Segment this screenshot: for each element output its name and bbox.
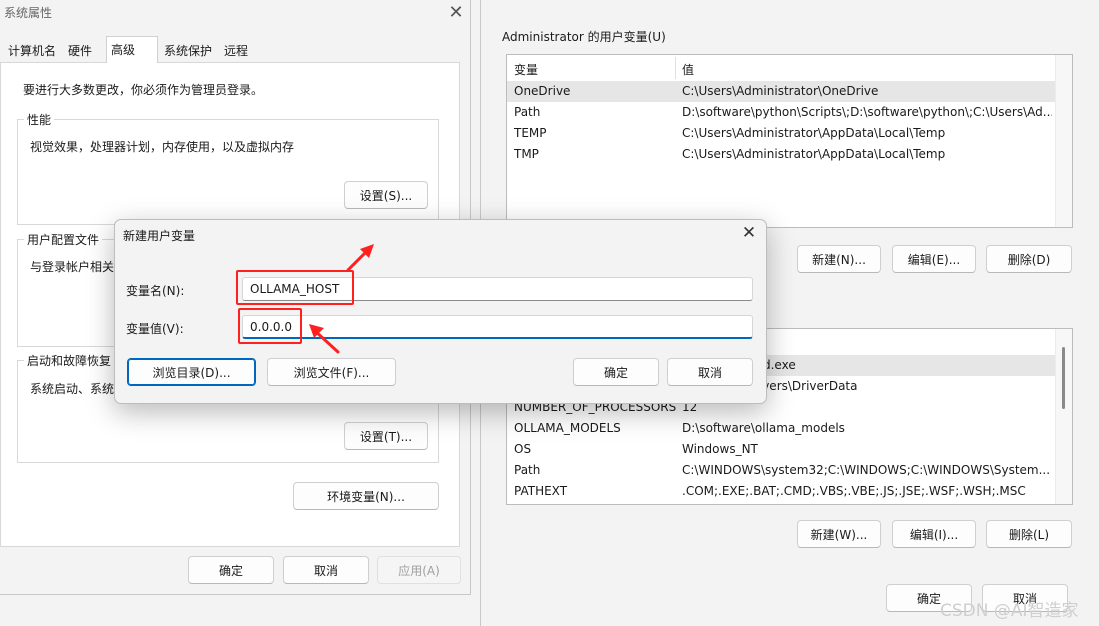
browse-directory-button[interactable]: 浏览目录(D)...: [127, 358, 256, 386]
user-var-row[interactable]: TEMP C:\Users\Administrator\AppData\Loca…: [507, 123, 1056, 144]
user-profiles-desc: 与登录帐户相关: [30, 260, 115, 274]
sys-cancel-button[interactable]: 取消: [283, 556, 369, 584]
highlight-box-var-value: [238, 308, 302, 344]
var-name: Path: [514, 463, 541, 477]
dialog-cancel-button[interactable]: 取消: [667, 358, 753, 386]
user-var-row[interactable]: TMP C:\Users\Administrator\AppData\Local…: [507, 144, 1056, 165]
user-delete-button[interactable]: 删除(D): [986, 245, 1072, 273]
var-name: TMP: [514, 147, 539, 161]
arrow-icon: [346, 244, 374, 272]
env-vars-button[interactable]: 环境变量(N)...: [293, 482, 439, 510]
var-value: .COM;.EXE;.BAT;.CMD;.VBS;.VBE;.JS;.JSE;.…: [682, 484, 1026, 498]
col-name-header[interactable]: 变量: [514, 61, 538, 78]
performance-desc: 视觉效果，处理器计划，内存使用，以及虚拟内存: [30, 140, 295, 154]
sys-apply-button[interactable]: 应用(A): [377, 556, 461, 584]
var-name: OneDrive: [514, 84, 571, 98]
var-value: D:\software\ollama_models: [682, 421, 845, 435]
startup-settings-button[interactable]: 设置(T)...: [344, 422, 428, 450]
dialog-title: 新建用户变量: [123, 229, 196, 243]
tab-computer-name[interactable]: 计算机名: [4, 40, 60, 62]
user-vars-section-label: Administrator 的用户变量(U): [502, 30, 666, 44]
col-value-header[interactable]: 值: [682, 61, 694, 78]
browse-file-button[interactable]: 浏览文件(F)...: [267, 358, 396, 386]
user-profiles-title: 用户配置文件: [24, 231, 103, 248]
user-new-button[interactable]: 新建(N)...: [797, 245, 881, 273]
var-value: C:\Users\Administrator\AppData\Local\Tem…: [682, 147, 946, 161]
dialog-ok-button[interactable]: 确定: [573, 358, 659, 386]
close-icon[interactable]: ✕: [446, 2, 466, 23]
system-var-row[interactable]: OS Windows_NT: [507, 439, 1056, 460]
arrow-icon: [309, 324, 340, 354]
tab-advanced[interactable]: 高级: [106, 36, 158, 63]
system-edit-button[interactable]: 编辑(I)...: [892, 520, 976, 548]
var-value: C:\Users\Administrator\OneDrive: [682, 84, 879, 98]
var-value: C:\WINDOWS\system32;C:\WINDOWS;C:\WINDOW…: [682, 463, 1051, 477]
tab-hardware[interactable]: 硬件: [64, 40, 96, 62]
var-name: Path: [514, 105, 541, 119]
performance-settings-button[interactable]: 设置(S)...: [344, 181, 428, 209]
user-var-row[interactable]: Path D:\software\python\Scripts\;D:\soft…: [507, 102, 1056, 123]
user-vars-list[interactable]: 变量 值 OneDrive C:\Users\Administrator\One…: [506, 54, 1073, 228]
tab-system-protection[interactable]: 系统保护: [160, 40, 216, 62]
var-value: Windows_NT: [682, 442, 758, 456]
system-var-row[interactable]: Path C:\WINDOWS\system32;C:\WINDOWS;C:\W…: [507, 460, 1056, 481]
sys-ok-button[interactable]: 确定: [188, 556, 274, 584]
system-delete-button[interactable]: 删除(L): [986, 520, 1072, 548]
performance-title: 性能: [24, 111, 55, 128]
system-var-row[interactable]: PATHEXT .COM;.EXE;.BAT;.CMD;.VBS;.VBE;.J…: [507, 481, 1056, 502]
user-edit-button[interactable]: 编辑(E)...: [892, 245, 976, 273]
startup-recovery-desc: 系统启动、系统: [30, 382, 115, 396]
tab-remote[interactable]: 远程: [220, 40, 252, 62]
user-var-row[interactable]: OneDrive C:\Users\Administrator\OneDrive: [507, 81, 1056, 102]
user-vars-header: 变量 值: [507, 55, 1056, 82]
var-name: PATHEXT: [514, 484, 568, 498]
var-name-label: 变量名(N):: [126, 284, 185, 298]
close-icon[interactable]: ✕: [739, 223, 759, 243]
scrollbar-thumb[interactable]: [1062, 347, 1065, 409]
var-name: OLLAMA_MODELS: [514, 421, 621, 435]
new-user-variable-dialog: 新建用户变量 ✕ 变量名(N): OLLAMA_HOST 变量值(V): 0.0…: [114, 219, 767, 404]
system-new-button[interactable]: 新建(W)...: [797, 520, 881, 548]
user-vars-scrollbar[interactable]: [1055, 55, 1072, 227]
var-name: OS: [514, 442, 532, 456]
watermark: CSDN @AI智造家: [940, 601, 1079, 621]
var-name: TEMP: [514, 126, 547, 140]
admin-notice: 要进行大多数更改，你必须作为管理员登录。: [23, 83, 264, 97]
performance-group: 性能 视觉效果，处理器计划，内存使用，以及虚拟内存 设置(S)...: [17, 111, 439, 225]
highlight-box-var-name: [236, 270, 354, 305]
window-title: 系统属性: [4, 6, 53, 20]
var-value: D:\software\python\Scripts\;D:\software\…: [682, 105, 1052, 119]
system-var-row[interactable]: OLLAMA_MODELS D:\software\ollama_models: [507, 418, 1056, 439]
var-value-label: 变量值(V):: [126, 322, 184, 336]
startup-recovery-title: 启动和故障恢复: [24, 352, 115, 369]
var-value: C:\Users\Administrator\AppData\Local\Tem…: [682, 126, 946, 140]
system-vars-scrollbar[interactable]: [1055, 329, 1072, 504]
